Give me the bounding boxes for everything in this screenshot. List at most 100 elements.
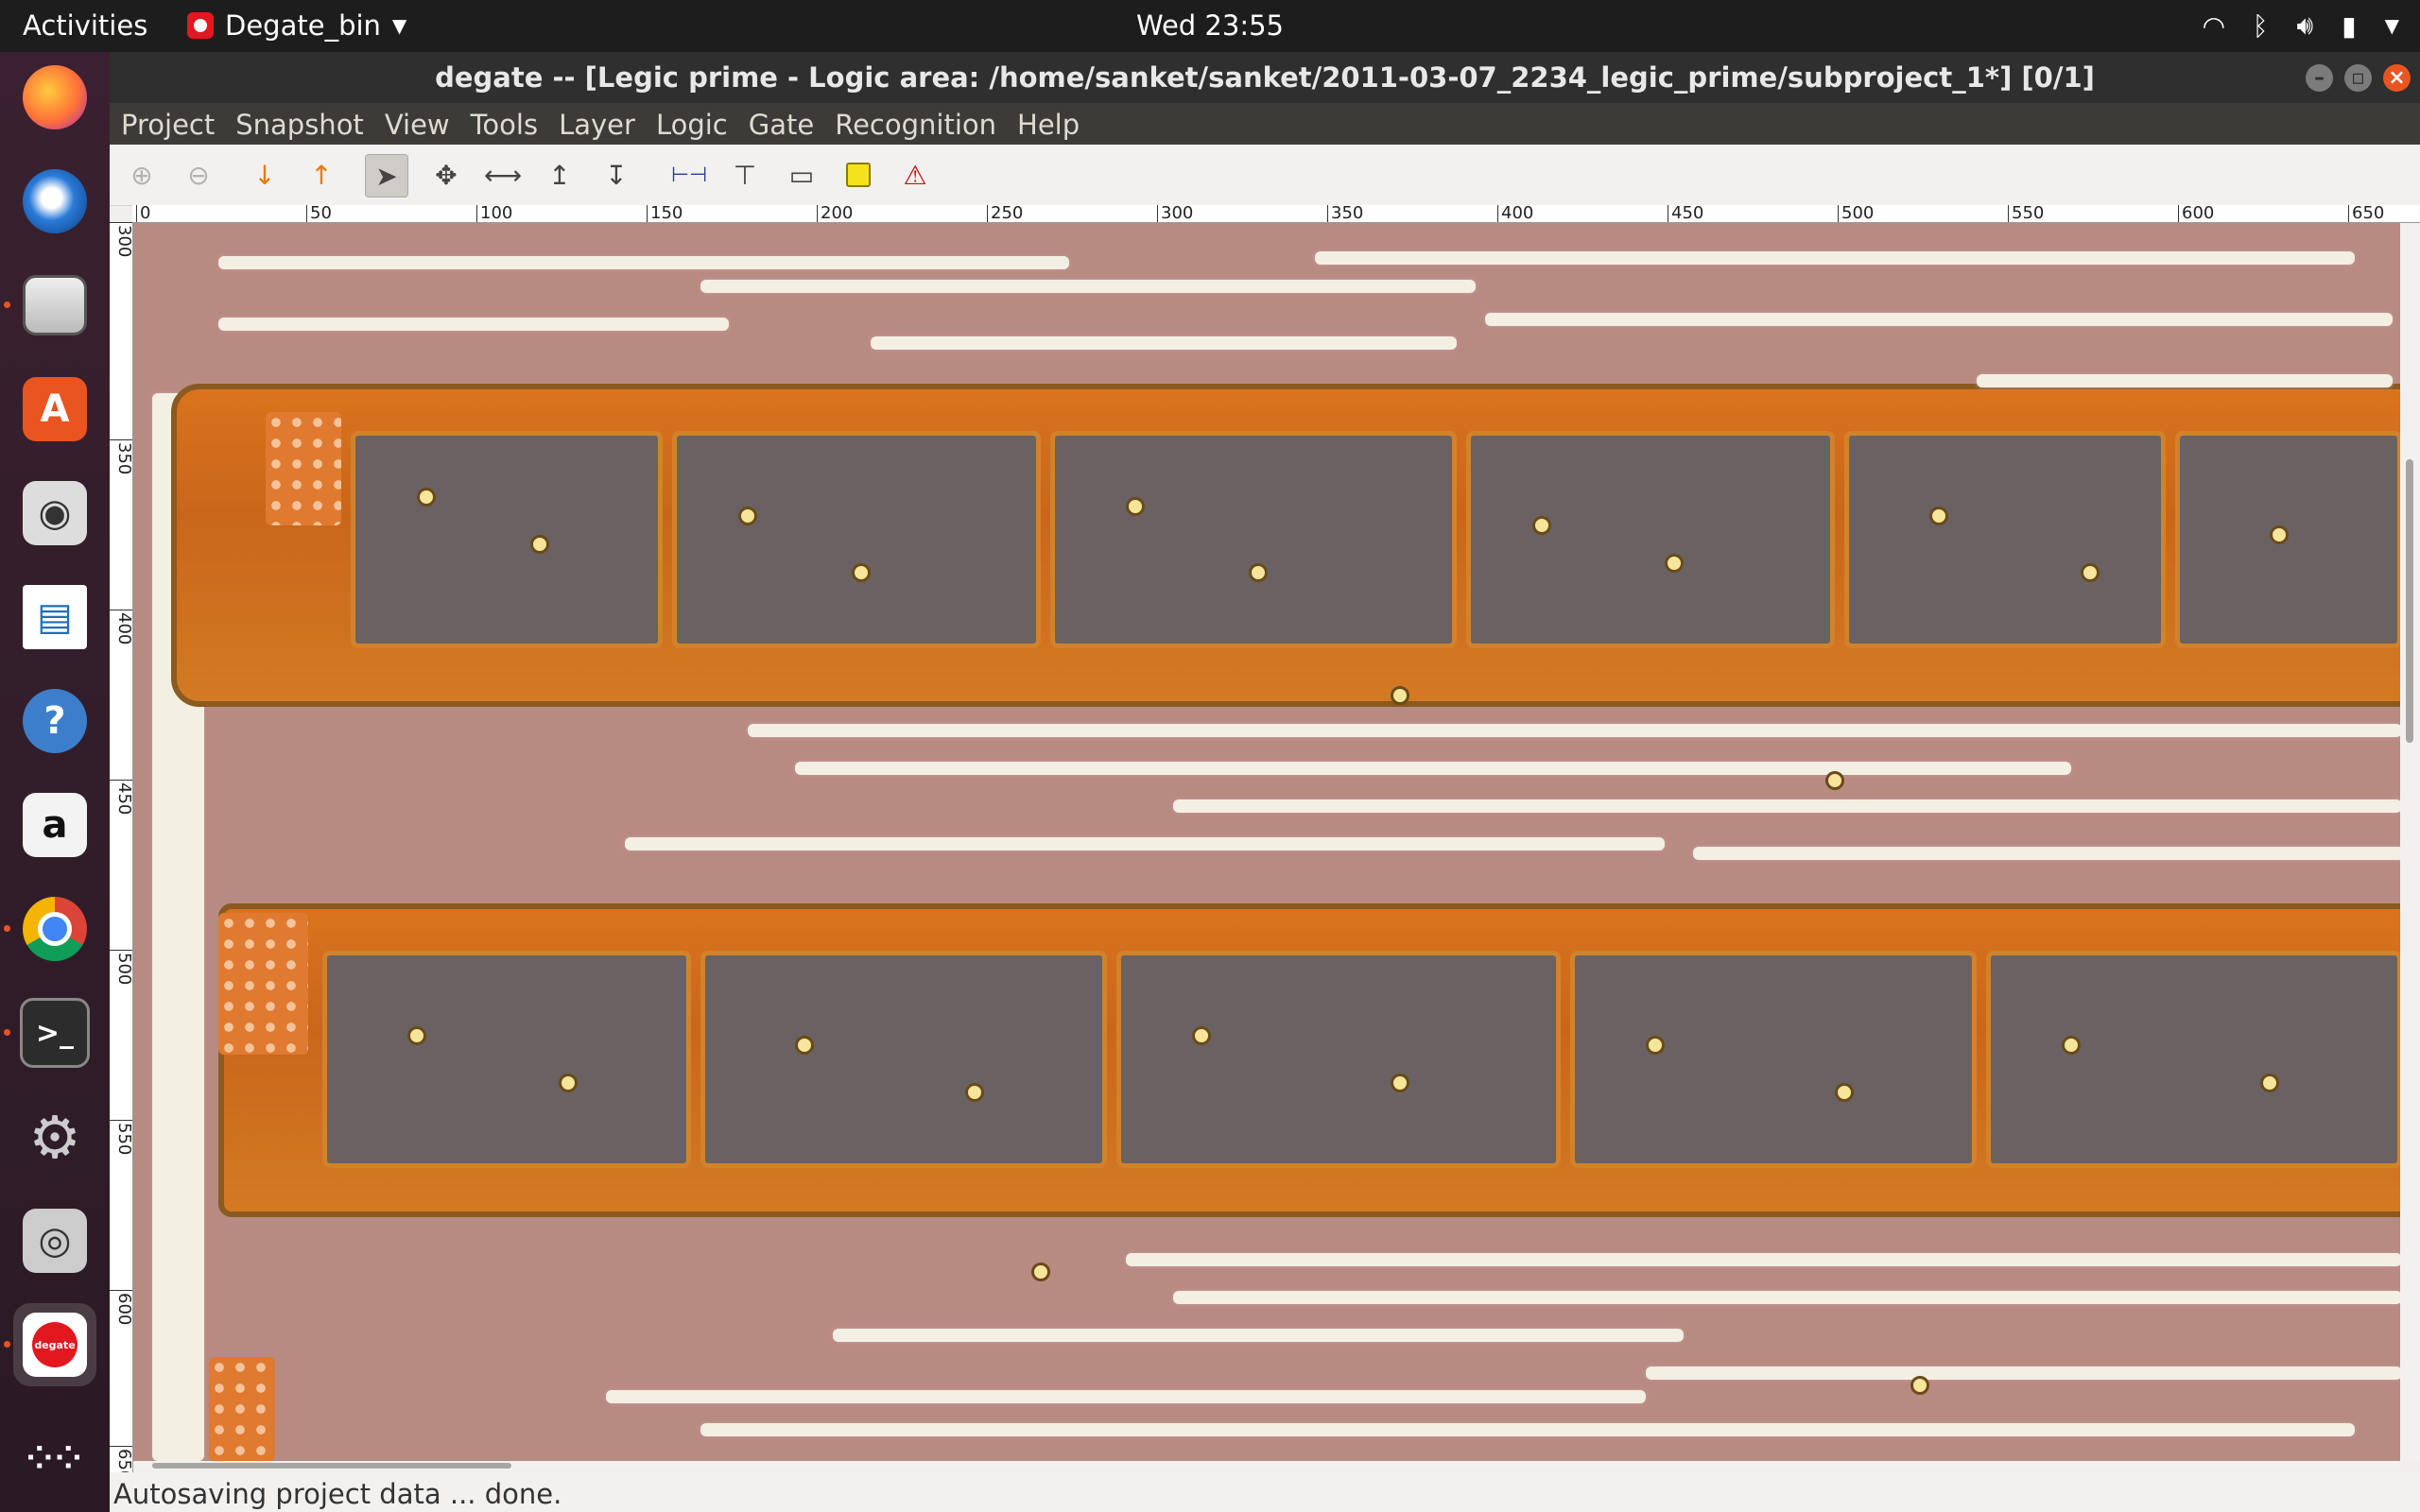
ruler-tick: 300 (1157, 205, 1193, 222)
via-up-tool-icon: ↥ (548, 159, 571, 191)
warnings-button[interactable]: ⚠ (894, 154, 936, 196)
status-bar: Autosaving project data ... done. (110, 1472, 2420, 1512)
vertical-scrollbar[interactable] (2400, 223, 2420, 1461)
ruler-tick: 350 (1327, 205, 1363, 222)
metal-wire (625, 837, 1665, 850)
metal-wire (748, 724, 2400, 737)
menu-logic[interactable]: Logic (652, 109, 732, 141)
standard-cell (2175, 431, 2400, 648)
wire-tool-button[interactable]: ⟷ (482, 154, 524, 196)
running-indicator (4, 1341, 10, 1348)
zoom-out-button[interactable]: ⊖ (178, 154, 219, 196)
wifi-icon[interactable]: ◜◝ (2204, 10, 2224, 42)
battery-icon[interactable]: ▮ (2342, 10, 2356, 42)
top-bar: Activities Degate_bin ▼ Wed 23:55 ◜◝ ᛒ 🔊… (0, 0, 2420, 52)
system-tray[interactable]: ◜◝ ᛒ 🔊︎ ▮ ▼ (2204, 9, 2399, 42)
metal-wire (1173, 799, 2400, 813)
via (417, 488, 436, 507)
toolbar: ⊕ ⊖ ↓ ↑ ➤ ✥ ⟷ ↥ ↧ ⊢⊣ ⊤ ▭ ⚠ (110, 145, 2420, 206)
menu-help[interactable]: Help (1013, 109, 1083, 141)
maximize-button[interactable]: ▫ (2344, 64, 2372, 92)
close-button[interactable]: × (2383, 64, 2411, 92)
via (1192, 1026, 1211, 1045)
metal-wire (218, 256, 1069, 269)
clock[interactable]: Wed 23:55 (0, 9, 2420, 42)
via (965, 1083, 984, 1102)
metal-wire (700, 280, 1476, 293)
via (2081, 563, 2100, 582)
via-down-tool-button[interactable]: ↧ (596, 154, 637, 196)
scroll-thumb[interactable] (2406, 459, 2413, 743)
title-bar[interactable]: degate -- [Legic prime - Logic area: /ho… (110, 52, 2420, 103)
layer-up-button[interactable]: ↑ (301, 154, 342, 196)
via (1532, 516, 1551, 535)
metal-wire (795, 762, 2071, 775)
annotation-tool-button[interactable] (838, 154, 879, 196)
impress-icon: ▤ (23, 585, 87, 649)
dock-rhythmbox[interactable]: ◉ (13, 472, 96, 555)
menu-gate[interactable]: Gate (745, 109, 818, 141)
warning-icon: ⚠ (903, 159, 927, 191)
volume-icon[interactable]: 🔊︎ (2297, 9, 2314, 42)
system-menu-chevron-icon[interactable]: ▼ (2385, 14, 2399, 37)
layer-down-icon: ↓ (253, 159, 276, 191)
minimize-button[interactable]: – (2306, 64, 2333, 92)
dock-show-applications[interactable]: ⁘⁘ (13, 1417, 96, 1500)
emarker-tool-icon: ⊤ (733, 159, 757, 191)
menu-snapshot[interactable]: Snapshot (232, 109, 368, 141)
scroll-thumb[interactable] (152, 1463, 511, 1469)
ruler-tick: 650 (110, 1446, 132, 1479)
dock-firefox[interactable] (13, 56, 96, 139)
interconnect-tool-button[interactable]: ⊢⊣ (662, 154, 717, 196)
software-center-icon: A (23, 377, 87, 441)
metal-wire (700, 1423, 2355, 1436)
via-up-tool-button[interactable]: ↥ (539, 154, 580, 196)
move-tool-button[interactable]: ✥ (425, 154, 467, 196)
dock-chrome[interactable] (4, 887, 96, 971)
bluetooth-icon[interactable]: ᛒ (2253, 10, 2269, 42)
menu-project[interactable]: Project (117, 109, 218, 141)
ruler-tick: 500 (110, 950, 132, 985)
app-grid-icon: ⁘⁘ (26, 1439, 84, 1477)
wire-tool-icon: ⟷ (483, 159, 523, 191)
layer-down-button[interactable]: ↓ (244, 154, 285, 196)
settings-icon: ⚙ (28, 1102, 81, 1172)
via (1835, 1083, 1854, 1102)
via (1929, 507, 1948, 525)
dock-screenshot[interactable]: ◎ (13, 1199, 96, 1282)
dock-terminal[interactable]: >_ (4, 991, 96, 1074)
degate-window: degate -- [Legic prime - Logic area: /ho… (110, 52, 2420, 1512)
dock-settings[interactable]: ⚙ (13, 1095, 96, 1178)
metal-wire (1977, 374, 2393, 387)
select-tool-button[interactable]: ➤ (365, 154, 408, 198)
via (1665, 554, 1684, 573)
dock-impress[interactable]: ▤ (13, 576, 96, 659)
dock-files[interactable] (4, 264, 96, 347)
dock-amazon[interactable]: a (13, 783, 96, 867)
die-image-canvas[interactable] (133, 223, 2400, 1461)
standard-cell (1050, 431, 1457, 648)
dock-thunderbird[interactable] (13, 160, 96, 243)
metal-wire (871, 336, 1457, 350)
terminal-icon: >_ (20, 998, 90, 1068)
emarker-tool-button[interactable]: ⊤ (724, 154, 766, 196)
rhythmbox-icon: ◉ (23, 481, 87, 545)
layer-up-icon: ↑ (310, 159, 333, 191)
via (738, 507, 757, 525)
menu-view[interactable]: View (381, 109, 454, 141)
horizontal-scrollbar[interactable] (133, 1461, 2400, 1470)
dock-help[interactable]: ? (13, 679, 96, 763)
ruler-tick: 650 (2348, 205, 2384, 222)
dock: A ◉ ▤ ? a >_ ⚙ ◎ degate ⁘⁘ (0, 52, 110, 1512)
zoom-in-button[interactable]: ⊕ (121, 154, 163, 196)
gate-tool-button[interactable]: ▭ (781, 154, 822, 196)
pad-grid (209, 1357, 275, 1461)
dock-degate[interactable]: degate (4, 1303, 96, 1386)
menu-layer[interactable]: Layer (555, 109, 639, 141)
menu-tools[interactable]: Tools (467, 109, 542, 141)
pad-grid (266, 412, 341, 525)
menu-recognition[interactable]: Recognition (831, 109, 1000, 141)
horizontal-ruler: 0 50 100 150 200 250 300 350 400 450 500… (132, 205, 2420, 223)
dock-software-center[interactable]: A (13, 368, 96, 451)
metal-wire (1126, 1253, 2400, 1266)
